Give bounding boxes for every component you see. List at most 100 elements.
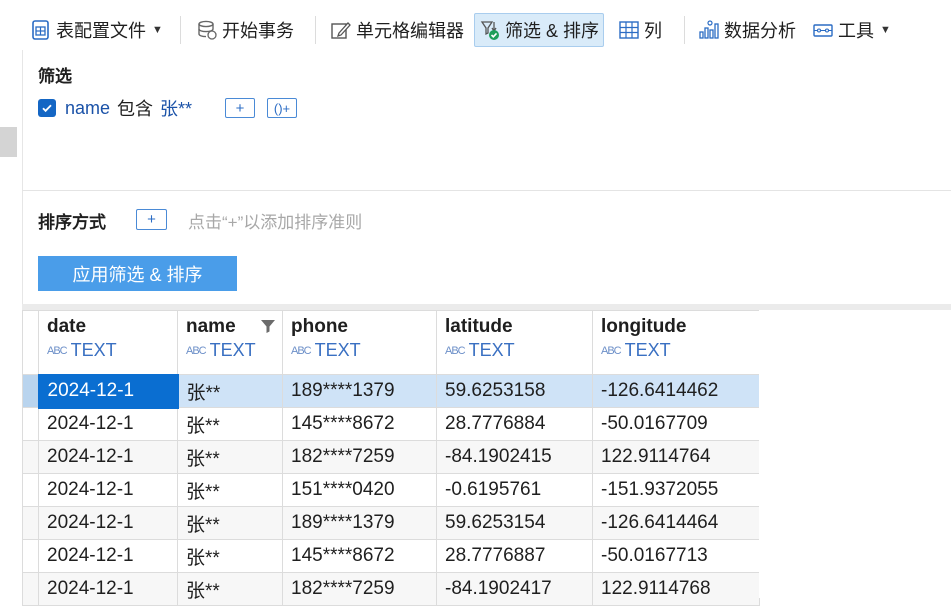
table-cell[interactable]: 28.7776887 [436, 539, 593, 573]
table-cell[interactable]: -151.9372055 [592, 473, 760, 507]
table-cell[interactable]: 张** [177, 539, 283, 573]
text-type-icon: ABC [291, 344, 312, 357]
row-header[interactable] [22, 506, 39, 540]
column-header-latitude[interactable]: latitude ABC TEXT [436, 310, 593, 375]
table-cell[interactable]: 122.9114768 [592, 572, 760, 606]
table-config-icon [32, 20, 49, 40]
table-cell[interactable]: -84.1902415 [436, 440, 593, 474]
filter-sort-label: 筛选 & 排序 [505, 21, 600, 41]
filter-sort-icon [480, 21, 499, 40]
table-cell[interactable]: -126.6414464 [592, 506, 760, 540]
column-type: ABC TEXT [186, 340, 256, 360]
tools-button[interactable]: 工具 ▼ [812, 13, 891, 47]
column-header-date[interactable]: date ABC TEXT [38, 310, 178, 375]
table-cell[interactable]: 28.7776884 [436, 407, 593, 441]
text-type-icon: ABC [186, 344, 207, 357]
table-row[interactable]: 2024-12-1 张** 145****8672 28.7776884 -50… [22, 407, 760, 441]
table-cell[interactable]: 151****0420 [282, 473, 437, 507]
column-name: phone [291, 316, 348, 337]
left-gutter [0, 0, 23, 598]
add-filter-condition-button[interactable]: + [225, 98, 255, 118]
cell-editor-icon [331, 22, 351, 39]
column-filter-icon[interactable] [260, 319, 276, 333]
column-name: longitude [601, 316, 687, 337]
start-transaction-button[interactable]: 开始事务 [196, 13, 294, 47]
toolbar-divider [180, 16, 181, 44]
column-header-name[interactable]: name ABC TEXT [177, 310, 283, 375]
text-type-icon: ABC [47, 344, 68, 357]
table-cell[interactable]: 122.9114764 [592, 440, 760, 474]
column-type: ABC TEXT [601, 340, 671, 360]
columns-button[interactable]: 列 [618, 13, 662, 47]
table-cell[interactable]: 2024-12-1 [38, 440, 178, 474]
table-cell[interactable]: 189****1379 [282, 374, 437, 408]
table-cell[interactable]: 2024-12-1 [38, 473, 178, 507]
table-cell[interactable]: 2024-12-1 [37, 373, 179, 409]
row-header-corner[interactable] [22, 310, 39, 375]
start-transaction-label: 开始事务 [222, 21, 294, 41]
filter-operator[interactable]: 包含 [117, 95, 153, 121]
data-analysis-label: 数据分析 [724, 21, 796, 41]
table-cell[interactable]: 张** [177, 572, 283, 606]
side-panel-toggle[interactable] [0, 127, 17, 157]
table-cell[interactable]: 145****8672 [282, 539, 437, 573]
table-row[interactable]: 2024-12-1 张** 151****0420 -0.6195761 -15… [22, 473, 760, 507]
table-cell[interactable]: 59.6253154 [436, 506, 593, 540]
column-header-phone[interactable]: phone ABC TEXT [282, 310, 437, 375]
row-header[interactable] [22, 539, 39, 573]
row-header[interactable] [22, 374, 39, 408]
table-cell[interactable]: -50.0167713 [592, 539, 760, 573]
row-header[interactable] [22, 407, 39, 441]
check-icon [42, 104, 52, 113]
table-cell[interactable]: 2024-12-1 [38, 407, 178, 441]
apply-filter-sort-label: 应用筛选 & 排序 [72, 264, 203, 285]
table-cell[interactable]: 182****7259 [282, 440, 437, 474]
header-row: date ABC TEXT name ABC TEXT phone ABC TEXT … [22, 310, 760, 375]
cell-editor-button[interactable]: 单元格编辑器 [330, 13, 464, 47]
table-config-button[interactable]: 表配置文件 ▼ [30, 13, 163, 47]
row-header[interactable] [22, 440, 39, 474]
table-cell[interactable]: 189****1379 [282, 506, 437, 540]
filter-condition-checkbox[interactable] [38, 99, 56, 117]
table-cell[interactable]: 2024-12-1 [38, 506, 178, 540]
add-filter-group-button[interactable]: ()+ [267, 98, 297, 118]
table-cell[interactable]: 张** [177, 506, 283, 540]
filter-sort-button[interactable]: 筛选 & 排序 [474, 13, 605, 47]
table-cell[interactable]: -84.1902417 [436, 572, 593, 606]
table-cell[interactable]: 张** [177, 440, 283, 474]
text-type-icon: ABC [601, 344, 622, 357]
table-cell[interactable]: 59.6253158 [436, 374, 593, 408]
row-header[interactable] [22, 572, 39, 606]
table-cell[interactable]: 张** [177, 407, 283, 441]
table-row[interactable]: 2024-12-1 张** 189****1379 59.6253158 -12… [22, 373, 760, 409]
table-cell[interactable]: -126.6414462 [592, 374, 760, 408]
data-grid: date ABC TEXT name ABC TEXT phone ABC TEXT … [22, 310, 760, 606]
table-row[interactable]: 2024-12-1 张** 182****7259 -84.1902417 12… [22, 572, 760, 606]
cell-editor-label: 单元格编辑器 [356, 21, 464, 41]
column-name: latitude [445, 316, 513, 337]
table-row[interactable]: 2024-12-1 张** 189****1379 59.6253154 -12… [22, 506, 760, 540]
table-cell[interactable]: 张** [177, 473, 283, 507]
data-analysis-button[interactable]: 数据分析 [698, 13, 796, 47]
table-cell[interactable]: 2024-12-1 [38, 539, 178, 573]
table-config-label: 表配置文件 [56, 21, 146, 41]
filter-column[interactable]: name [65, 98, 110, 119]
sort-title: 排序方式 [38, 213, 106, 232]
table-row[interactable]: 2024-12-1 张** 182****7259 -84.1902415 12… [22, 440, 760, 474]
table-row[interactable]: 2024-12-1 张** 145****8672 28.7776887 -50… [22, 539, 760, 573]
add-sort-button[interactable]: + [136, 209, 167, 230]
chevron-down-icon: ▼ [880, 24, 891, 36]
table-cell[interactable]: 182****7259 [282, 572, 437, 606]
tools-icon [813, 24, 833, 37]
filter-value[interactable]: 张** [160, 95, 192, 121]
table-cell[interactable]: -0.6195761 [436, 473, 593, 507]
filter-condition: name 包含 张** [38, 96, 192, 120]
toolbar-divider [684, 16, 685, 44]
table-cell[interactable]: 145****8672 [282, 407, 437, 441]
table-cell[interactable]: 张** [177, 374, 283, 408]
apply-filter-sort-button[interactable]: 应用筛选 & 排序 [38, 256, 237, 291]
table-cell[interactable]: -50.0167709 [592, 407, 760, 441]
row-header[interactable] [22, 473, 39, 507]
column-header-longitude[interactable]: longitude ABC TEXT [592, 310, 760, 375]
table-cell[interactable]: 2024-12-1 [38, 572, 178, 606]
